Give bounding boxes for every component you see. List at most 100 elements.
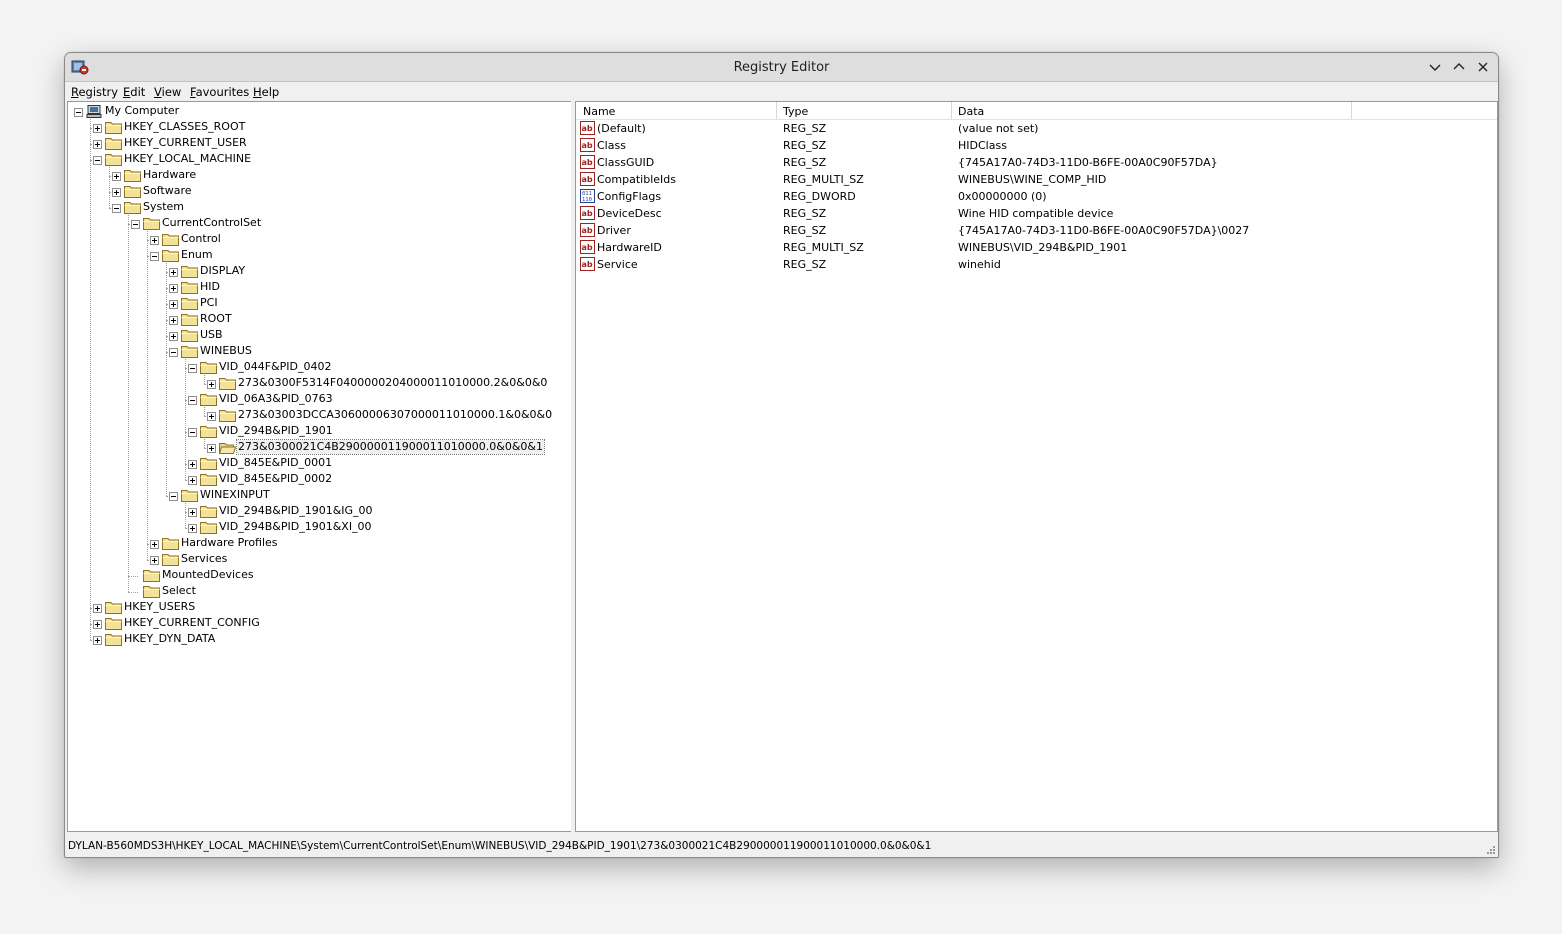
tree-node[interactable]: Hardware	[68, 168, 568, 184]
tree-node[interactable]: VID_06A3&PID_0763	[68, 392, 568, 408]
tree-node-label[interactable]: CurrentControlSet	[161, 216, 262, 230]
tree-node-label[interactable]: 273&0300F5314F0400000204000011010000.2&0…	[237, 376, 548, 390]
tree-node-label[interactable]: HID	[199, 280, 221, 294]
tree-node[interactable]: HKEY_USERS	[68, 600, 568, 616]
tree-node[interactable]: Hardware Profiles	[68, 536, 568, 552]
tree-node[interactable]: My Computer	[68, 104, 568, 120]
value-row[interactable]: ab DeviceDesc REG_SZ Wine HID compatible de…	[576, 205, 1497, 222]
tree-node-label[interactable]: Services	[180, 552, 228, 566]
expand-plus-icon[interactable]	[150, 540, 159, 549]
expand-plus-icon[interactable]	[112, 172, 121, 181]
expand-plus-icon[interactable]	[150, 236, 159, 245]
tree-node-label[interactable]: My Computer	[104, 104, 180, 118]
title-bar[interactable]: Registry Editor	[65, 53, 1498, 82]
tree-node-label[interactable]: HKEY_USERS	[123, 600, 196, 614]
tree-node-label[interactable]: MountedDevices	[161, 568, 255, 582]
column-divider[interactable]	[951, 102, 952, 119]
tree-node[interactable]: HKEY_CURRENT_CONFIG	[68, 616, 568, 632]
tree-node-label[interactable]: System	[142, 200, 185, 214]
expand-plus-icon[interactable]	[150, 556, 159, 565]
collapse-minus-icon[interactable]	[188, 364, 197, 373]
tree-node[interactable]: HKEY_CLASSES_ROOT	[68, 120, 568, 136]
tree-node-label[interactable]: 273&03003DCCA30600006307000011010000.1&0…	[237, 408, 553, 422]
minimize-button[interactable]	[1427, 59, 1443, 75]
value-row[interactable]: 011 110 ConfigFlags REG_DWORD 0x00000000 (0)	[576, 188, 1497, 205]
tree-node-label[interactable]: VID_294B&PID_1901&XI_00	[218, 520, 373, 534]
expand-plus-icon[interactable]	[169, 332, 178, 341]
pane-splitter[interactable]	[571, 101, 574, 832]
column-header-type[interactable]: Type	[783, 105, 808, 118]
tree-node[interactable]: HKEY_LOCAL_MACHINE	[68, 152, 568, 168]
menu-registry[interactable]: Registry	[71, 85, 118, 99]
tree-node[interactable]: System	[68, 200, 568, 216]
expand-plus-icon[interactable]	[169, 268, 178, 277]
tree-node-label[interactable]: VID_845E&PID_0001	[218, 456, 333, 470]
tree-node[interactable]: MountedDevices	[68, 568, 568, 584]
collapse-minus-icon[interactable]	[169, 492, 178, 501]
column-header-name[interactable]: Name	[583, 105, 615, 118]
menu-help[interactable]: Help	[253, 85, 279, 99]
tree-node[interactable]: WINEBUS	[68, 344, 568, 360]
expand-plus-icon[interactable]	[207, 444, 216, 453]
tree-node-label[interactable]: VID_044F&PID_0402	[218, 360, 332, 374]
menu-favourites[interactable]: Favourites	[190, 85, 249, 99]
tree-node[interactable]: VID_294B&PID_1901&IG_00	[68, 504, 568, 520]
tree-node[interactable]: Select	[68, 584, 568, 600]
tree-node[interactable]: HKEY_DYN_DATA	[68, 632, 568, 648]
tree-node-label[interactable]: HKEY_CLASSES_ROOT	[123, 120, 246, 134]
tree-node[interactable]: Enum	[68, 248, 568, 264]
tree-node-label[interactable]: VID_294B&PID_1901&IG_00	[218, 504, 374, 518]
expand-plus-icon[interactable]	[207, 412, 216, 421]
menu-edit[interactable]: Edit	[123, 85, 145, 99]
tree-node-label[interactable]: WINEXINPUT	[199, 488, 271, 502]
expand-plus-icon[interactable]	[112, 188, 121, 197]
tree-node-label[interactable]: Control	[180, 232, 222, 246]
collapse-minus-icon[interactable]	[131, 220, 140, 229]
tree-node[interactable]: VID_294B&PID_1901	[68, 424, 568, 440]
tree-node-label[interactable]: Hardware	[142, 168, 197, 182]
tree-node-label[interactable]: Software	[142, 184, 193, 198]
value-row[interactable]: ab (Default) REG_SZ (value not set)	[576, 120, 1497, 137]
expand-plus-icon[interactable]	[188, 508, 197, 517]
tree-node[interactable]: CurrentControlSet	[68, 216, 568, 232]
column-header-data[interactable]: Data	[958, 105, 984, 118]
tree-node-label[interactable]: HKEY_LOCAL_MACHINE	[123, 152, 252, 166]
expand-plus-icon[interactable]	[169, 316, 178, 325]
tree-node[interactable]: VID_845E&PID_0001	[68, 456, 568, 472]
tree-node[interactable]: USB	[68, 328, 568, 344]
value-row[interactable]: ab Class REG_SZ HIDClass	[576, 137, 1497, 154]
tree-node-label[interactable]: HKEY_CURRENT_USER	[123, 136, 248, 150]
tree-node-label[interactable]: Hardware Profiles	[180, 536, 279, 550]
collapse-minus-icon[interactable]	[188, 396, 197, 405]
tree-node-label[interactable]: Select	[161, 584, 197, 598]
collapse-minus-icon[interactable]	[169, 348, 178, 357]
expand-plus-icon[interactable]	[93, 636, 102, 645]
expand-plus-icon[interactable]	[169, 300, 178, 309]
tree-node-label[interactable]: HKEY_CURRENT_CONFIG	[123, 616, 261, 630]
value-row[interactable]: ab Service REG_SZ winehid	[576, 256, 1497, 273]
expand-plus-icon[interactable]	[207, 380, 216, 389]
collapse-minus-icon[interactable]	[112, 204, 121, 213]
maximize-button[interactable]	[1451, 59, 1467, 75]
tree-node-label[interactable]: VID_845E&PID_0002	[218, 472, 333, 486]
tree-node-label[interactable]: USB	[199, 328, 224, 342]
tree-node[interactable]: VID_845E&PID_0002	[68, 472, 568, 488]
collapse-minus-icon[interactable]	[150, 252, 159, 261]
tree-node-label[interactable]: VID_294B&PID_1901	[218, 424, 334, 438]
expand-plus-icon[interactable]	[93, 620, 102, 629]
resize-grip-icon[interactable]	[1486, 845, 1496, 855]
expand-plus-icon[interactable]	[169, 284, 178, 293]
menu-view[interactable]: View	[154, 85, 181, 99]
column-divider[interactable]	[1351, 102, 1352, 119]
tree-node-label[interactable]: DISPLAY	[199, 264, 246, 278]
collapse-minus-icon[interactable]	[74, 108, 83, 117]
value-row[interactable]: ab HardwareID REG_MULTI_SZ WINEBUS\VID_294B…	[576, 239, 1497, 256]
tree-node-label[interactable]: Enum	[180, 248, 214, 262]
tree-node[interactable]: Control	[68, 232, 568, 248]
tree-node[interactable]: DISPLAY	[68, 264, 568, 280]
tree-node-label[interactable]: ROOT	[199, 312, 233, 326]
collapse-minus-icon[interactable]	[188, 428, 197, 437]
tree-node[interactable]: HKEY_CURRENT_USER	[68, 136, 568, 152]
tree-node[interactable]: HID	[68, 280, 568, 296]
tree-node-label[interactable]: 273&0300021C4B290000011900011010000.0&0&…	[236, 439, 545, 455]
